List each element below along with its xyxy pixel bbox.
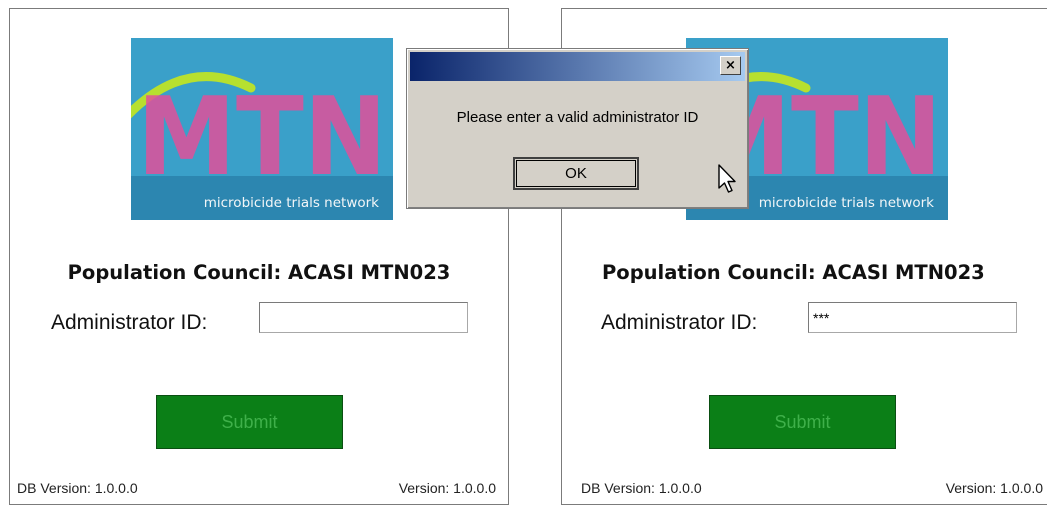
administrator-id-label: Administrator ID: [51,311,208,334]
administrator-id-input[interactable] [808,302,1017,333]
mtn-logo: MTN microbicide trials network [131,38,393,220]
administrator-id-input[interactable] [259,302,468,333]
logo-subtitle: microbicide trials network [203,195,379,211]
mouse-cursor-icon [718,164,736,193]
logo-subtitle-band: microbicide trials network [131,176,393,220]
db-version-text: DB Version: 1.0.0.0 [581,480,702,496]
ok-button[interactable]: OK [513,157,639,190]
dialog-titlebar[interactable]: × [410,52,745,81]
submit-button[interactable]: Submit [156,395,343,449]
app-title: Population Council: ACASI MTN023 [602,261,985,284]
app-version-text: Version: 1.0.0.0 [945,480,1043,496]
submit-button[interactable]: Submit [709,395,896,449]
app-title: Population Council: ACASI MTN023 [67,261,451,284]
app-version-text: Version: 1.0.0.0 [398,480,496,496]
dialog-message: Please enter a valid administrator ID [456,109,699,126]
error-dialog: × Please enter a valid administrator ID … [406,48,749,209]
db-version-text: DB Version: 1.0.0.0 [17,480,138,496]
administrator-id-label: Administrator ID: [601,311,758,334]
close-button[interactable]: × [720,56,741,75]
logo-subtitle: microbicide trials network [758,195,934,211]
